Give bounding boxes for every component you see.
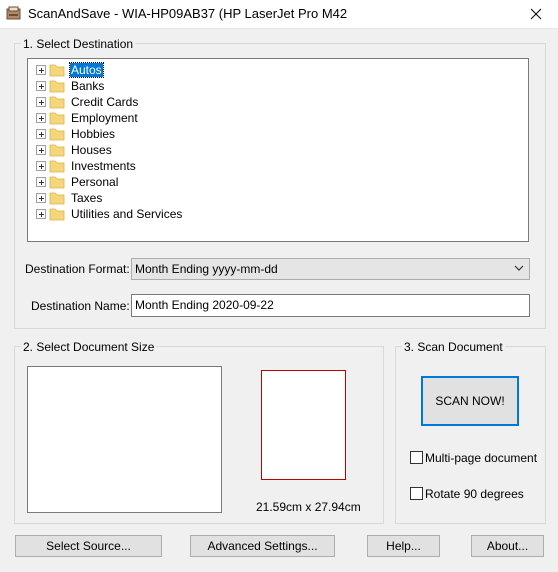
tree-item-folder[interactable]: Employment <box>28 110 328 126</box>
scan-now-button[interactable]: SCAN NOW! <box>421 376 519 426</box>
expand-plus-icon[interactable] <box>36 129 46 139</box>
tree-item-folder[interactable]: Utilities and Services <box>28 206 328 222</box>
select-source-label: Select Source... <box>46 539 131 553</box>
expand-plus-icon[interactable] <box>36 145 46 155</box>
tree-item-folder[interactable]: Personal <box>28 174 328 190</box>
document-size-list[interactable] <box>27 366 222 513</box>
tree-item-label: Hobbies <box>71 127 116 141</box>
tree-item-folder[interactable]: Taxes <box>28 190 328 206</box>
close-icon[interactable] <box>526 4 546 24</box>
tree-item-label: Utilities and Services <box>71 207 183 221</box>
about-button[interactable]: About... <box>471 535 544 557</box>
folder-icon <box>49 176 65 189</box>
expand-plus-icon[interactable] <box>36 81 46 91</box>
tree-item-folder[interactable]: Houses <box>28 142 328 158</box>
about-label: About... <box>486 539 529 553</box>
folder-icon <box>49 128 65 141</box>
select-destination-label: 1. Select Destination <box>21 37 136 51</box>
help-label: Help... <box>386 539 421 553</box>
rotate-label: Rotate 90 degrees <box>425 487 524 501</box>
multi-page-checkbox[interactable] <box>410 451 423 464</box>
expand-plus-icon[interactable] <box>36 161 46 171</box>
select-source-button[interactable]: Select Source... <box>15 535 162 557</box>
expand-plus-icon[interactable] <box>36 65 46 75</box>
tree-item-folder[interactable]: Hobbies <box>28 126 328 142</box>
tree-item-label: Investments <box>71 159 136 173</box>
destination-name-label: Destination Name: <box>31 299 130 313</box>
title-bar: ScanAndSave - WIA-HP09AB37 (HP LaserJet … <box>0 0 558 29</box>
folder-icon <box>49 112 65 125</box>
expand-plus-icon[interactable] <box>36 193 46 203</box>
advanced-settings-button[interactable]: Advanced Settings... <box>190 535 335 557</box>
folder-icon <box>49 96 65 109</box>
folder-icon <box>49 144 65 157</box>
scanner-app-icon <box>6 6 21 20</box>
scan-now-label: SCAN NOW! <box>435 394 505 408</box>
expand-plus-icon[interactable] <box>36 97 46 107</box>
tree-item-folder[interactable]: Banks <box>28 78 328 94</box>
folder-icon <box>49 80 65 93</box>
destination-format-value: Month Ending yyyy-mm-dd <box>135 262 278 276</box>
folder-icon <box>49 64 65 77</box>
paper-size-text: 21.59cm x 27.94cm <box>256 500 361 514</box>
folder-icon <box>49 192 65 205</box>
tree-item-label: Personal <box>71 175 119 189</box>
tree-item-label: Employment <box>71 111 138 125</box>
paper-size-preview <box>261 370 346 480</box>
scan-document-label: 3. Scan Document <box>402 340 505 354</box>
destination-tree[interactable]: Autos Banks Credit Cards Employment Hobbies H… <box>27 58 529 242</box>
destination-name-input[interactable]: Month Ending 2020-09-22 <box>131 294 530 317</box>
destination-format-select[interactable]: Month Ending yyyy-mm-dd <box>131 258 530 280</box>
tree-item-label: Houses <box>71 143 112 157</box>
rotate-checkbox[interactable] <box>410 487 423 500</box>
expand-plus-icon[interactable] <box>36 209 46 219</box>
advanced-settings-label: Advanced Settings... <box>207 539 318 553</box>
tree-item-label: Taxes <box>71 191 103 205</box>
tree-item-label: Banks <box>71 79 105 93</box>
document-size-label: 2. Select Document Size <box>21 340 157 354</box>
tree-item-label: Credit Cards <box>71 95 139 109</box>
expand-plus-icon[interactable] <box>36 113 46 123</box>
tree-item-folder[interactable]: Autos <box>28 62 328 78</box>
expand-plus-icon[interactable] <box>36 177 46 187</box>
tree-item-folder[interactable]: Investments <box>28 158 328 174</box>
window-title: ScanAndSave - WIA-HP09AB37 (HP LaserJet … <box>28 6 348 21</box>
destination-format-label: Destination Format: <box>25 262 130 276</box>
folder-icon <box>49 160 65 173</box>
multi-page-label: Multi-page document <box>425 451 538 465</box>
help-button[interactable]: Help... <box>367 535 440 557</box>
tree-item-folder[interactable]: Credit Cards <box>28 94 328 110</box>
folder-icon <box>49 208 65 221</box>
chevron-down-icon <box>514 265 524 271</box>
destination-name-value: Month Ending 2020-09-22 <box>135 298 274 312</box>
tree-item-label: Autos <box>69 62 104 78</box>
